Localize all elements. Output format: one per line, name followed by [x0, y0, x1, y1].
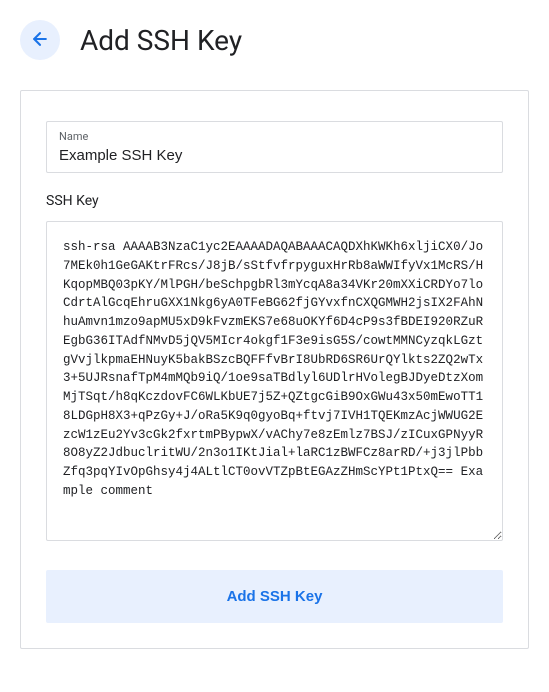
ssh-key-label: SSH Key [46, 193, 503, 209]
ssh-key-textarea[interactable] [46, 221, 503, 541]
form-card: Name SSH Key Add SSH Key [20, 90, 529, 649]
page-header: Add SSH Key [20, 20, 529, 60]
page-title: Add SSH Key [80, 24, 242, 57]
arrow-left-icon [30, 29, 50, 52]
name-input-group: Name [46, 121, 503, 173]
name-input[interactable] [59, 147, 490, 164]
back-button[interactable] [20, 20, 60, 60]
name-label: Name [59, 130, 490, 143]
add-ssh-key-button[interactable]: Add SSH Key [46, 570, 503, 623]
